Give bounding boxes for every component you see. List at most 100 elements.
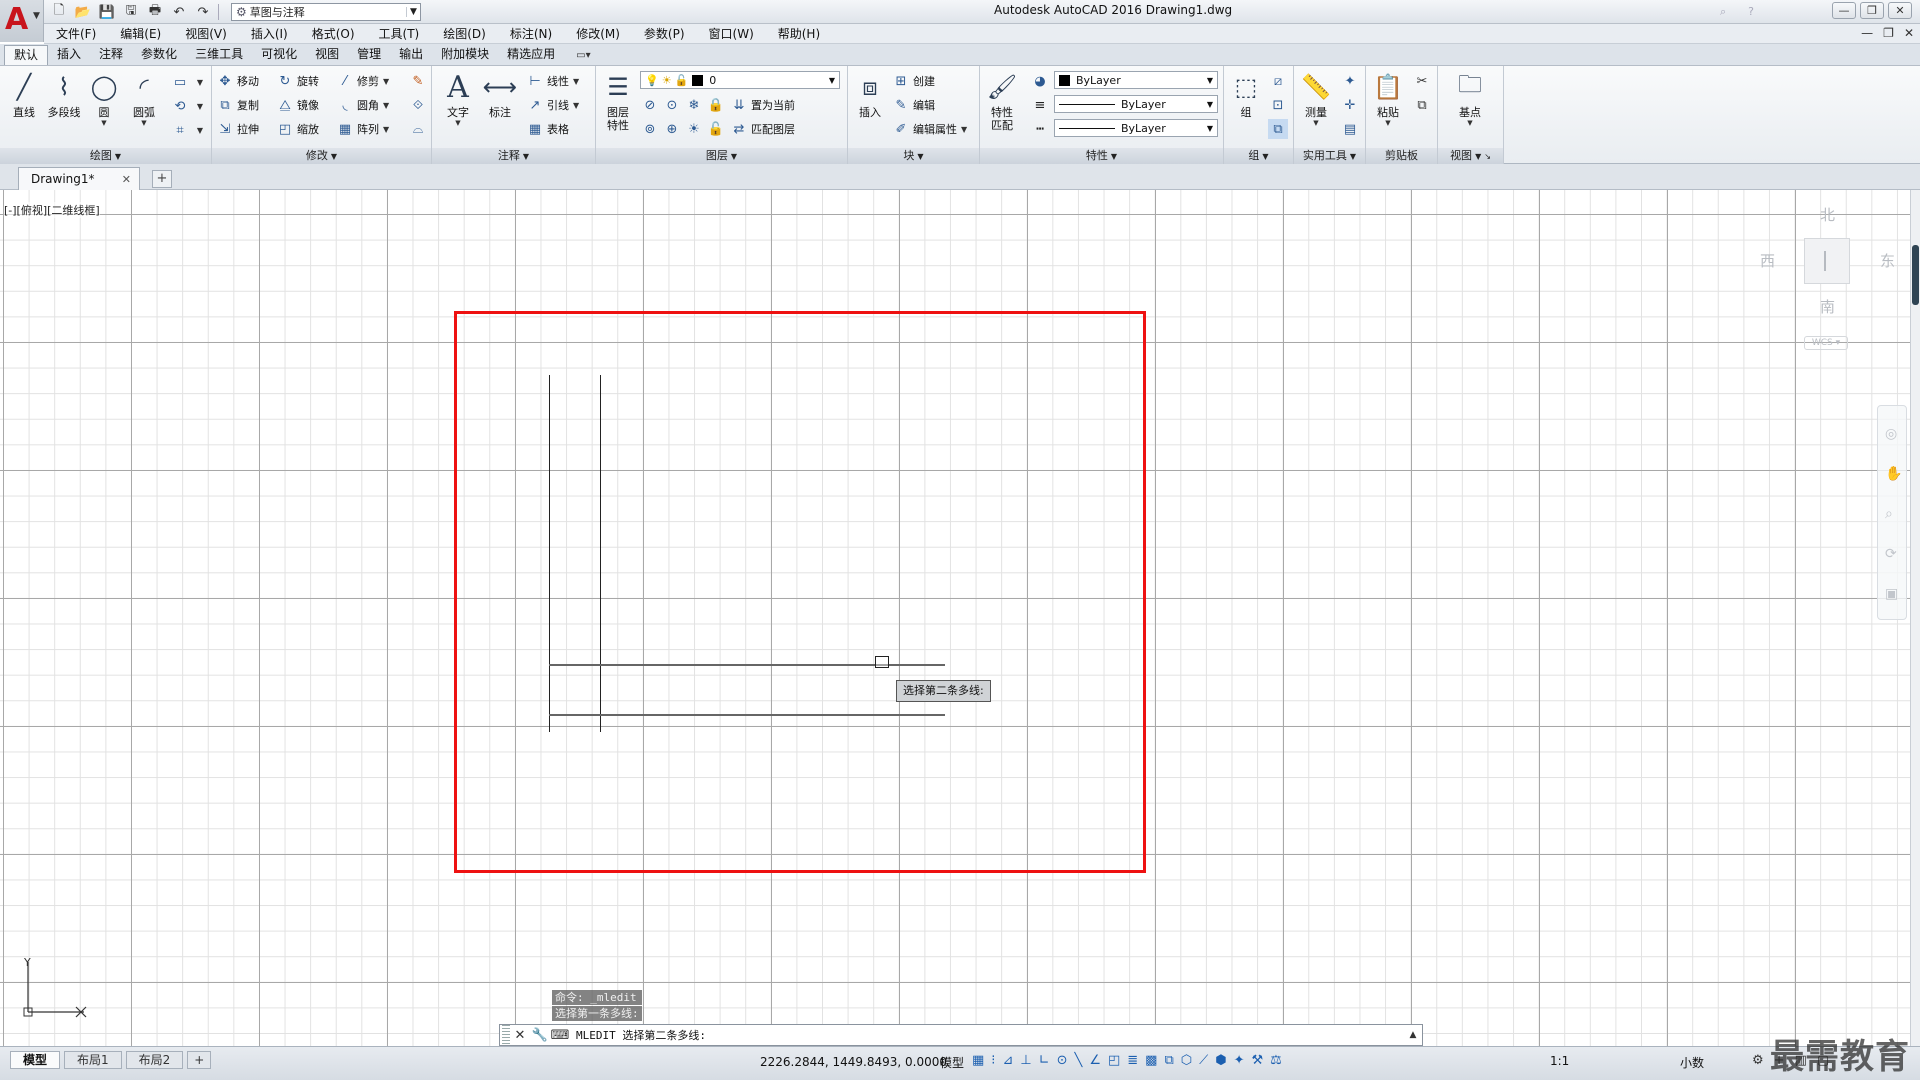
chevron-down-icon[interactable]: ▼ bbox=[190, 72, 210, 92]
model-space-toggle[interactable]: 模型 bbox=[940, 1054, 964, 1071]
match-layer-button[interactable]: ⇄ 匹配图层 bbox=[730, 119, 795, 139]
command-line[interactable]: ✕ 🔧 ⌨ MLEDIT 选择第二条多线: ▲ bbox=[499, 1024, 1423, 1046]
menu-modify[interactable]: 修改(M) bbox=[564, 25, 632, 42]
chevron-down-icon[interactable]: ▼ bbox=[190, 96, 210, 116]
chevron-down-icon[interactable]: ▼ bbox=[190, 120, 210, 140]
layer-properties-button[interactable]: ☰ 图层 特性 bbox=[598, 70, 638, 132]
scale-button[interactable]: ◰ 缩放 bbox=[276, 119, 319, 139]
boundary-icon[interactable]: ⌗ bbox=[170, 120, 190, 140]
orbit-icon[interactable]: ⟳ bbox=[1885, 546, 1897, 562]
viewport-controls[interactable]: [-][俯视][二维线框] bbox=[4, 202, 100, 218]
steering-wheel-icon[interactable]: ◎ bbox=[1885, 426, 1897, 442]
leader-button[interactable]: ↗ 引线 ▼ bbox=[526, 95, 580, 115]
selection-cycling-icon[interactable]: ⧉ bbox=[1164, 1053, 1173, 1068]
linetype-icon[interactable]: ┅ bbox=[1030, 119, 1050, 139]
chevron-down-icon[interactable]: ▼ bbox=[141, 119, 146, 127]
paste-button[interactable]: 📋 粘贴 ▼ bbox=[1368, 70, 1408, 127]
edit-attributes-button[interactable]: ✐ 编辑属性 ▼ bbox=[892, 119, 968, 139]
viewcube[interactable]: 北 西 东 南 WCS ▾ bbox=[1752, 204, 1902, 384]
tab-parametric[interactable]: 参数化 bbox=[132, 45, 186, 65]
panel-groups-title[interactable]: 组 ▼ bbox=[1224, 148, 1293, 164]
layer-unlock-icon[interactable]: 🔓 bbox=[706, 119, 726, 139]
line-button[interactable]: ╱ 直线 bbox=[4, 70, 44, 119]
layer-off-icon[interactable]: ⊘ bbox=[640, 95, 660, 115]
chevron-down-icon[interactable]: ▼ bbox=[383, 125, 389, 134]
dynamic-input-icon[interactable]: ⊥ bbox=[1020, 1053, 1031, 1068]
drawing-canvas[interactable]: [-][俯视][二维线框] 选择第二条多线: Y 北 西 东 南 WCS ▾ ◎… bbox=[0, 190, 1910, 1046]
offset-icon[interactable]: ⌓ bbox=[408, 119, 428, 139]
menu-file[interactable]: 文件(F) bbox=[44, 25, 108, 42]
transparency-icon[interactable]: ▩ bbox=[1145, 1053, 1157, 1068]
hatch-icon[interactable]: ⟲ bbox=[170, 96, 190, 116]
chevron-down-icon[interactable]: ▼ bbox=[1385, 119, 1390, 127]
rectangle-icon[interactable]: ▭ bbox=[170, 72, 190, 92]
circle-button[interactable]: ◯ 圆 ▼ bbox=[84, 70, 124, 127]
annotation-scale[interactable]: 1:1 bbox=[1550, 1054, 1569, 1068]
panel-annotation-title[interactable]: 注释 ▼ bbox=[432, 148, 595, 164]
menu-dimension[interactable]: 标注(N) bbox=[498, 25, 564, 42]
tab-view[interactable]: 视图 bbox=[306, 45, 348, 65]
multiline-horizontal-bottom[interactable] bbox=[549, 714, 945, 716]
layer-thaw-icon[interactable]: ☀ bbox=[684, 119, 704, 139]
wrench-icon[interactable]: 🔧 bbox=[530, 1028, 550, 1043]
isometric-icon[interactable]: ╲ bbox=[1074, 1053, 1082, 1068]
menu-insert[interactable]: 插入(I) bbox=[239, 25, 300, 42]
lineweight-dropdown[interactable]: ByLayer ▼ bbox=[1054, 95, 1218, 113]
object-snap-tracking-icon[interactable]: ∠ bbox=[1089, 1053, 1101, 1068]
3d-osnap-icon[interactable]: ⬡ bbox=[1181, 1053, 1192, 1068]
restore-button[interactable]: ❐ bbox=[1860, 2, 1884, 19]
group-edit-icon[interactable]: ⊡ bbox=[1268, 95, 1288, 115]
gizmo-icon[interactable]: ✦ bbox=[1234, 1053, 1245, 1068]
tab-addins[interactable]: 附加模块 bbox=[432, 45, 498, 65]
polar-tracking-icon[interactable]: ⊙ bbox=[1057, 1053, 1068, 1068]
tab-output[interactable]: 输出 bbox=[390, 45, 432, 65]
copy-clip-icon[interactable]: ⧉ bbox=[1412, 95, 1432, 115]
snap-icon[interactable]: ⁝ bbox=[991, 1053, 995, 1068]
multiline-vertical-left[interactable] bbox=[549, 375, 550, 732]
chevron-down-icon[interactable]: ▼ bbox=[101, 119, 106, 127]
help-icon[interactable]: ? bbox=[1748, 5, 1754, 19]
menu-draw[interactable]: 绘图(D) bbox=[431, 25, 498, 42]
measure-button[interactable]: 📏 测量 ▼ bbox=[1296, 70, 1336, 127]
chevron-down-icon[interactable]: ▼ bbox=[1467, 119, 1472, 127]
dimension-button[interactable]: ⟷ 标注 bbox=[480, 70, 520, 119]
wcs-menu[interactable]: WCS ▾ bbox=[1804, 336, 1848, 350]
menu-format[interactable]: 格式(O) bbox=[300, 25, 367, 42]
viewcube-west[interactable]: 西 bbox=[1760, 250, 1775, 271]
dynamic-ucs-icon[interactable]: ⟋ bbox=[1199, 1053, 1208, 1068]
tab-manage[interactable]: 管理 bbox=[348, 45, 390, 65]
tab-visualize[interactable]: 可视化 bbox=[252, 45, 306, 65]
zoom-icon[interactable]: ⌕ bbox=[1885, 506, 1893, 522]
add-layout-button[interactable]: + bbox=[187, 1051, 212, 1069]
viewcube-east[interactable]: 东 bbox=[1880, 250, 1895, 271]
ungroup-icon[interactable]: ⧄ bbox=[1268, 71, 1288, 91]
print-icon[interactable]: 🖶 bbox=[144, 2, 166, 22]
scrollbar-thumb[interactable] bbox=[1912, 245, 1919, 305]
layer-dropdown[interactable]: 💡 ☀ 🔓 0 ▼ bbox=[640, 71, 840, 89]
infer-constraints-icon[interactable]: ⊿ bbox=[1002, 1053, 1013, 1068]
panel-view-title[interactable]: 视图 ▼ ↘ bbox=[1438, 148, 1503, 164]
tab-home[interactable]: 默认 bbox=[4, 45, 49, 65]
trim-button[interactable]: ⁄ 修剪 ▼ bbox=[336, 71, 389, 91]
panel-utilities-title[interactable]: 实用工具 ▼ bbox=[1294, 148, 1365, 164]
close-button[interactable]: ✕ bbox=[1888, 2, 1912, 19]
group-select-icon[interactable]: ⧉ bbox=[1268, 119, 1288, 139]
rotate-button[interactable]: ↻ 旋转 bbox=[276, 71, 319, 91]
edit-block-button[interactable]: ✎ 编辑 bbox=[892, 95, 935, 115]
tab-3d-tools[interactable]: 三维工具 bbox=[186, 45, 252, 65]
drag-handle[interactable] bbox=[502, 1025, 510, 1045]
tab-annotate[interactable]: 注释 bbox=[90, 45, 132, 65]
workspace-selector[interactable]: ⚙ 草图与注释 ▼ bbox=[231, 3, 421, 21]
workspace-switch-icon[interactable]: ⚙ bbox=[1752, 1053, 1764, 1068]
selection-filter-icon[interactable]: ⬢ bbox=[1215, 1053, 1226, 1068]
panel-modify-title[interactable]: 修改 ▼ bbox=[212, 148, 431, 164]
minimize-button[interactable]: — bbox=[1832, 2, 1856, 19]
fillet-button[interactable]: ◟ 圆角 ▼ bbox=[336, 95, 389, 115]
chevron-down-icon[interactable]: ▼ bbox=[383, 77, 389, 86]
doc-close-button[interactable]: ✕ bbox=[1904, 26, 1914, 40]
set-current-button[interactable]: ⇊ 置为当前 bbox=[730, 95, 795, 115]
doc-minimize-button[interactable]: — bbox=[1861, 26, 1873, 40]
match-properties-button[interactable]: 🖌 特性 匹配 bbox=[982, 70, 1022, 132]
quick-select-icon[interactable]: ✦ bbox=[1340, 71, 1360, 91]
text-button[interactable]: A 文字 ▼ bbox=[438, 70, 478, 128]
